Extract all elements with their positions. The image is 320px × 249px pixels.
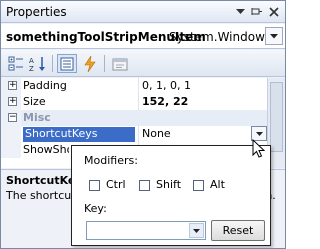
category-name: Misc <box>23 111 51 124</box>
properties-button[interactable] <box>57 54 77 73</box>
key-dropdown-button[interactable] <box>189 223 204 238</box>
grid-category-misc[interactable]: − Misc <box>1 110 267 126</box>
alphabetical-button[interactable]: A Z <box>28 54 48 73</box>
grid-row-shortcutkeys[interactable]: ShortcutKeys None <box>1 126 267 142</box>
property-name: ShortcutKeys <box>23 127 135 142</box>
collapse-icon[interactable]: − <box>8 113 17 122</box>
window-title: Properties <box>6 5 67 19</box>
events-button[interactable] <box>80 54 100 73</box>
shortcut-keys-editor: Modifiers: Ctrl Shift Alt Key: Reset <box>71 145 271 246</box>
key-combobox[interactable] <box>86 221 206 240</box>
property-name: Size <box>23 95 46 108</box>
property-name: Padding <box>23 79 67 92</box>
object-selector[interactable]: somethingToolStripMenuItem System.Window… <box>1 24 285 49</box>
grid-row-size[interactable]: + Size 152, 22 <box>1 94 267 110</box>
row-gutter <box>1 126 21 142</box>
property-value[interactable]: 0, 1, 0, 1 <box>142 79 191 92</box>
title-bar: Properties <box>1 1 285 23</box>
events-icon <box>84 55 96 72</box>
column-divider <box>138 126 139 142</box>
toolbar-separator <box>104 55 105 72</box>
mouse-cursor-icon <box>252 139 266 158</box>
properties-window: Properties somethingToolStripMenuItem Sy… <box>0 0 286 249</box>
property-value[interactable]: None <box>142 127 171 140</box>
object-selector-dropdown-button[interactable] <box>265 27 283 45</box>
key-label: Key: <box>84 202 107 215</box>
ctrl-checkbox[interactable] <box>89 180 100 191</box>
expand-icon[interactable]: + <box>8 97 17 106</box>
property-name: ShowShortcutKeys <box>23 143 69 156</box>
auto-hide-pin-icon[interactable] <box>250 5 264 19</box>
chevron-down-icon <box>193 228 200 233</box>
property-pages-icon <box>112 58 128 70</box>
grid-row-padding[interactable]: + Padding 0, 1, 0, 1 <box>1 78 267 94</box>
column-divider <box>138 78 139 94</box>
shift-label[interactable]: Shift <box>156 178 181 191</box>
modifiers-label: Modifiers: <box>84 154 138 167</box>
alphabetical-icon: A Z <box>29 56 45 72</box>
categorized-icon <box>8 56 23 70</box>
window-position-dropdown-icon[interactable] <box>233 5 247 19</box>
chevron-down-icon <box>270 33 278 38</box>
chevron-down-icon <box>255 131 263 136</box>
scrollbar-thumb[interactable] <box>270 82 283 152</box>
properties-toolbar: A Z <box>1 50 285 77</box>
alt-checkbox[interactable] <box>193 180 204 191</box>
expand-icon[interactable]: + <box>8 81 17 90</box>
reset-button[interactable]: Reset <box>211 220 265 241</box>
shift-checkbox[interactable] <box>139 180 150 191</box>
property-value[interactable]: 152, 22 <box>142 95 188 108</box>
object-type: System.Windows <box>169 30 265 44</box>
svg-text:Z: Z <box>29 65 34 72</box>
properties-icon <box>60 57 74 70</box>
toolbar-separator <box>52 55 53 72</box>
svg-text:A: A <box>29 57 34 65</box>
row-gutter <box>1 142 21 158</box>
column-divider <box>138 94 139 110</box>
ctrl-label[interactable]: Ctrl <box>106 178 126 191</box>
close-icon[interactable] <box>267 5 281 19</box>
property-pages-button[interactable] <box>110 54 130 73</box>
alt-label[interactable]: Alt <box>210 178 225 191</box>
categorized-button[interactable] <box>6 54 26 73</box>
